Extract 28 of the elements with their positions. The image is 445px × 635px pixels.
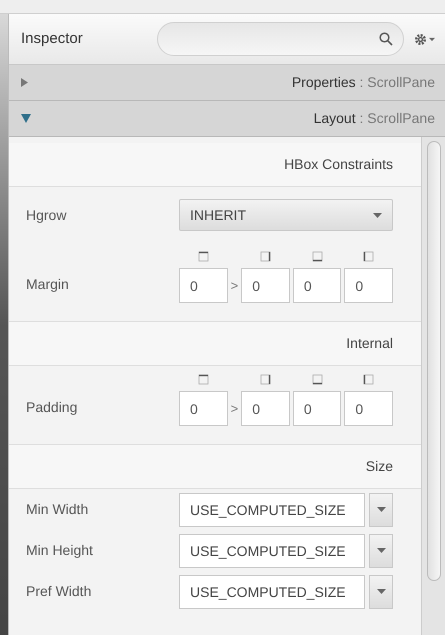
field-label: Margin <box>26 275 70 294</box>
number-field[interactable]: 0 <box>241 268 290 303</box>
size-combo-field[interactable]: USE_COMPUTED_SIZE <box>179 534 365 568</box>
pane-title: Properties : ScrollPane <box>292 73 435 92</box>
number-field[interactable]: 0 <box>179 391 228 426</box>
inspector-title: Inspector <box>21 28 84 49</box>
link-chevron: > <box>230 400 238 418</box>
dropdown[interactable]: INHERIT <box>179 199 393 231</box>
section-header: Internal <box>9 322 421 366</box>
link-chevron: > <box>230 276 238 294</box>
pane-title-bar[interactable]: Properties : ScrollPane <box>9 65 445 101</box>
number-field[interactable]: 0 <box>241 391 290 426</box>
number-field[interactable]: 0 <box>344 391 394 426</box>
pane-title-bar[interactable]: Layout : ScrollPane <box>9 101 445 137</box>
field-label: Min Width <box>26 500 90 519</box>
number-field[interactable]: 0 <box>292 268 342 303</box>
section-header: Size <box>9 445 421 489</box>
number-field[interactable]: 0 <box>179 268 228 303</box>
size-combo-field[interactable]: USE_COMPUTED_SIZE <box>179 574 365 608</box>
number-field[interactable]: 0 <box>344 268 394 303</box>
field-label: Padding <box>26 398 78 417</box>
size-combo-field[interactable]: USE_COMPUTED_SIZE <box>179 492 365 526</box>
section-header: HBox Constraints <box>9 143 421 187</box>
pane-title: Layout : ScrollPane <box>314 109 435 128</box>
field-label: Hgrow <box>26 206 68 225</box>
number-field[interactable]: 0 <box>292 391 342 426</box>
field-label: Min Height <box>26 541 94 560</box>
field-label: Pref Width <box>26 582 92 601</box>
